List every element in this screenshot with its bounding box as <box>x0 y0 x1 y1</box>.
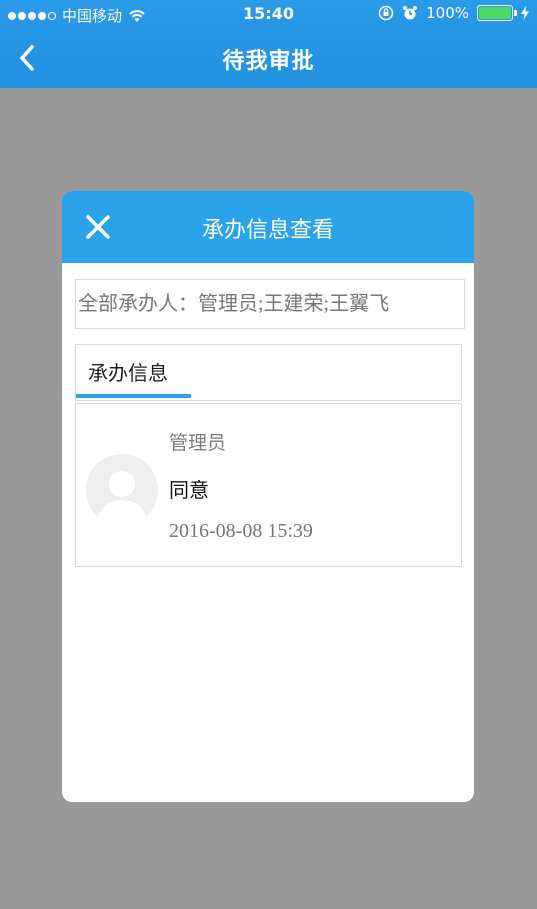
record-opinion: 同意 <box>169 478 209 502</box>
nav-bar: 待我审批 <box>0 28 537 88</box>
alarm-clock-icon <box>403 6 418 20</box>
orientation-lock-icon <box>378 5 394 21</box>
battery-fill <box>479 7 511 19</box>
status-right: 100% <box>378 4 529 22</box>
top-bar: 中国移动 15:40 100% 待我审批 <box>0 0 537 88</box>
all-handlers-field: 全部承办人：管理员;王建荣;王翼飞 <box>75 279 465 329</box>
tab-bar: 承办信息 <box>75 344 462 401</box>
page-title: 待我审批 <box>222 49 315 74</box>
tab-active-indicator <box>76 394 191 398</box>
dialog-title: 承办信息查看 <box>201 218 334 243</box>
handler-info-dialog: 承办信息查看 全部承办人：管理员;王建荣;王翼飞 承办信息 管理员 同意 201… <box>62 191 474 802</box>
status-bar: 中国移动 15:40 100% <box>0 0 537 28</box>
all-handlers-value: 管理员;王建荣;王翼飞 <box>198 293 390 315</box>
charging-bolt-icon <box>521 6 529 20</box>
battery-icon <box>477 5 517 21</box>
record-timestamp: 2016-08-08 15:39 <box>169 520 313 542</box>
battery-percent: 100% <box>426 4 469 22</box>
record-handler-name: 管理员 <box>169 432 227 454</box>
tab-handler-info[interactable]: 承办信息 <box>88 357 168 386</box>
list-item: 管理员 同意 2016-08-08 15:39 <box>75 403 462 567</box>
all-handlers-label: 全部承办人： <box>78 293 198 315</box>
default-avatar-icon <box>86 454 158 526</box>
dialog-header: 承办信息查看 <box>62 191 474 263</box>
